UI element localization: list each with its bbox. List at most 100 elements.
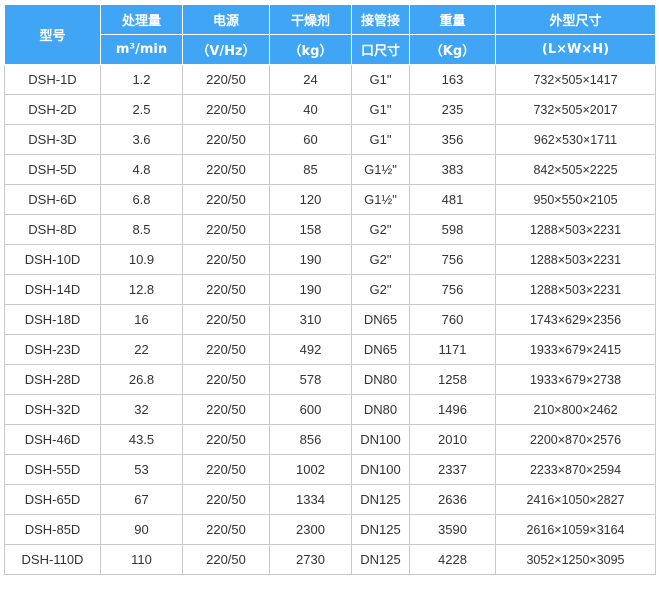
table-row: DSH-2D 2.5 220/50 40 G1" 235 732×505×2017 — [4, 94, 656, 125]
cell-pipe-size: G2" — [351, 214, 410, 245]
cell-capacity: 2.5 — [100, 94, 183, 125]
cell-weight: 356 — [409, 124, 496, 155]
cell-weight: 760 — [409, 304, 496, 335]
cell-desiccant: 120 — [269, 184, 352, 215]
cell-desiccant: 1002 — [269, 454, 352, 485]
header-capacity-unit: m³/min — [100, 34, 183, 65]
cell-desiccant: 190 — [269, 244, 352, 275]
header-desiccant-unit: （kg） — [269, 34, 352, 65]
header-pipe-line2: 口尺寸 — [351, 34, 410, 65]
cell-desiccant: 85 — [269, 154, 352, 185]
cell-dimensions: 1933×679×2738 — [495, 364, 656, 395]
header-weight-unit: （Kg） — [409, 34, 496, 65]
cell-weight: 383 — [409, 154, 496, 185]
cell-weight: 1171 — [409, 334, 496, 365]
cell-weight: 163 — [409, 64, 496, 95]
cell-pipe-size: DN125 — [351, 484, 410, 515]
header-dimensions-unit: (L×W×H) — [495, 34, 656, 65]
header-model: 型号 — [4, 4, 101, 65]
cell-model: DSH-5D — [4, 154, 101, 185]
cell-model: DSH-32D — [4, 394, 101, 425]
cell-dimensions: 950×550×2105 — [495, 184, 656, 215]
header-pipe: 接管接 — [351, 4, 410, 35]
cell-pipe-size: DN125 — [351, 544, 410, 575]
cell-dimensions: 2416×1050×2827 — [495, 484, 656, 515]
cell-weight: 235 — [409, 94, 496, 125]
cell-dimensions: 2200×870×2576 — [495, 424, 656, 455]
table-row: DSH-85D 90 220/50 2300 DN125 3590 2616×1059×31… — [4, 514, 656, 545]
cell-model: DSH-10D — [4, 244, 101, 275]
cell-dimensions: 210×800×2462 — [495, 394, 656, 425]
cell-dimensions: 842×505×2225 — [495, 154, 656, 185]
cell-pipe-size: DN65 — [351, 304, 410, 335]
cell-capacity: 6.8 — [100, 184, 183, 215]
cell-capacity: 110 — [100, 544, 183, 575]
cell-power: 220/50 — [182, 244, 270, 275]
cell-power: 220/50 — [182, 484, 270, 515]
cell-power: 220/50 — [182, 424, 270, 455]
cell-power: 220/50 — [182, 214, 270, 245]
cell-power: 220/50 — [182, 64, 270, 95]
cell-model: DSH-46D — [4, 424, 101, 455]
cell-weight: 2337 — [409, 454, 496, 485]
cell-desiccant: 2730 — [269, 544, 352, 575]
cell-model: DSH-110D — [4, 544, 101, 575]
cell-capacity: 67 — [100, 484, 183, 515]
cell-desiccant: 492 — [269, 334, 352, 365]
cell-desiccant: 190 — [269, 274, 352, 305]
cell-pipe-size: DN125 — [351, 514, 410, 545]
table-row: DSH-14D 12.8 220/50 190 G2" 756 1288×503×2231 — [4, 274, 656, 305]
cell-desiccant: 158 — [269, 214, 352, 245]
spec-table-container: 型号 处理量 电源 干燥剂 接管接 重量 外型尺寸 m³/min （V/Hz） … — [4, 4, 656, 575]
table-row: DSH-1D 1.2 220/50 24 G1" 163 732×505×1417 — [4, 64, 656, 95]
table-row: DSH-46D 43.5 220/50 856 DN100 2010 2200×870×25… — [4, 424, 656, 455]
cell-desiccant: 2300 — [269, 514, 352, 545]
cell-model: DSH-23D — [4, 334, 101, 365]
cell-power: 220/50 — [182, 394, 270, 425]
cell-power: 220/50 — [182, 94, 270, 125]
cell-model: DSH-3D — [4, 124, 101, 155]
header-row-2: m³/min （V/Hz） （kg） 口尺寸 （Kg） (L×W×H) — [5, 34, 656, 65]
cell-capacity: 32 — [100, 394, 183, 425]
cell-dimensions: 962×530×1711 — [495, 124, 656, 155]
cell-weight: 2010 — [409, 424, 496, 455]
cell-dimensions: 1288×503×2231 — [495, 244, 656, 275]
cell-capacity: 22 — [100, 334, 183, 365]
cell-weight: 756 — [409, 244, 496, 275]
cell-weight: 4228 — [409, 544, 496, 575]
cell-pipe-size: G2" — [351, 274, 410, 305]
cell-desiccant: 600 — [269, 394, 352, 425]
cell-model: DSH-28D — [4, 364, 101, 395]
cell-model: DSH-8D — [4, 214, 101, 245]
cell-power: 220/50 — [182, 454, 270, 485]
cell-power: 220/50 — [182, 184, 270, 215]
cell-desiccant: 1334 — [269, 484, 352, 515]
table-row: DSH-110D 110 220/50 2730 DN125 4228 3052×1250×… — [4, 544, 656, 575]
cell-capacity: 26.8 — [100, 364, 183, 395]
header-row-1: 型号 处理量 电源 干燥剂 接管接 重量 外型尺寸 — [4, 4, 656, 65]
cell-capacity: 3.6 — [100, 124, 183, 155]
cell-power: 220/50 — [182, 364, 270, 395]
cell-dimensions: 1288×503×2231 — [495, 214, 656, 245]
cell-pipe-size: G1½" — [351, 154, 410, 185]
cell-capacity: 1.2 — [100, 64, 183, 95]
cell-capacity: 8.5 — [100, 214, 183, 245]
cell-weight: 3590 — [409, 514, 496, 545]
table-row: DSH-6D 6.8 220/50 120 G1½" 481 950×550×2105 — [4, 184, 656, 215]
cell-power: 220/50 — [182, 154, 270, 185]
cell-power: 220/50 — [182, 544, 270, 575]
cell-dimensions: 1288×503×2231 — [495, 274, 656, 305]
cell-weight: 1496 — [409, 394, 496, 425]
header-power-unit: （V/Hz） — [182, 34, 270, 65]
cell-power: 220/50 — [182, 124, 270, 155]
table-row: DSH-18D 16 220/50 310 DN65 760 1743×629×2356 — [4, 304, 656, 335]
table-header: 型号 处理量 电源 干燥剂 接管接 重量 外型尺寸 m³/min （V/Hz） … — [4, 4, 656, 65]
cell-pipe-size: G1" — [351, 124, 410, 155]
cell-dimensions: 2233×870×2594 — [495, 454, 656, 485]
cell-pipe-size: G1" — [351, 94, 410, 125]
header-power: 电源 — [182, 4, 270, 35]
cell-model: DSH-6D — [4, 184, 101, 215]
cell-model: DSH-85D — [4, 514, 101, 545]
cell-model: DSH-65D — [4, 484, 101, 515]
cell-dimensions: 732×505×1417 — [495, 64, 656, 95]
